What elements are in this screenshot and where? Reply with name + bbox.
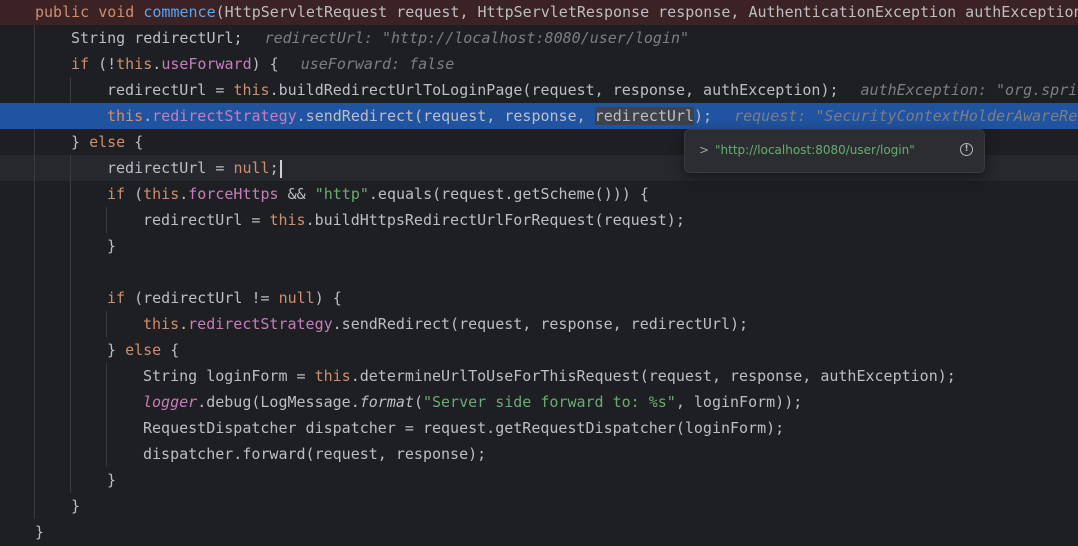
code-line-9[interactable]: redirectUrl = this.buildHttpsRedirectUrl… bbox=[0, 207, 1078, 233]
keyword: null bbox=[278, 289, 315, 307]
field: redirectStrategy bbox=[152, 107, 297, 125]
code-text: String loginForm = bbox=[143, 367, 315, 385]
keyword: if bbox=[107, 185, 126, 203]
code-text: ) { bbox=[251, 55, 279, 73]
static-method: format bbox=[359, 393, 414, 411]
code-text: } bbox=[71, 497, 81, 515]
code-text: (HttpServletRequest request, HttpServlet… bbox=[215, 3, 1078, 21]
code-text: redirectUrl = bbox=[107, 81, 234, 99]
keyword-this: this bbox=[107, 107, 144, 125]
code-line-3[interactable]: if (!this.useForward) { useForward: false bbox=[0, 51, 1078, 77]
code-text: } bbox=[107, 341, 126, 359]
code-line-19[interactable]: } bbox=[0, 467, 1078, 493]
code-text: (! bbox=[89, 55, 117, 73]
code-text: (redirectUrl != bbox=[125, 289, 279, 307]
keyword-this: this bbox=[269, 211, 306, 229]
hovered-variable[interactable]: redirectUrl bbox=[594, 107, 695, 125]
code-line-10[interactable]: } bbox=[0, 233, 1078, 259]
method-name: commence bbox=[143, 3, 216, 21]
keyword: if bbox=[107, 289, 126, 307]
field: forceHttps bbox=[188, 185, 279, 203]
code-text: .sendRedirect(request, response, redirec… bbox=[332, 315, 749, 333]
keyword: public bbox=[35, 3, 99, 21]
code-line-16[interactable]: logger.debug(LogMessage.format("Server s… bbox=[0, 389, 1078, 415]
string-literal: "http" bbox=[314, 185, 369, 203]
code-text: } bbox=[71, 133, 90, 151]
code-text: { bbox=[161, 341, 180, 359]
code-line-12[interactable]: if (redirectUrl != null) { bbox=[0, 285, 1078, 311]
info-icon[interactable]: ! bbox=[960, 143, 973, 156]
code-text: .sendRedirect(request, response, bbox=[296, 107, 595, 125]
code-line-1[interactable]: public void commence(HttpServletRequest … bbox=[0, 0, 1078, 25]
keyword-this: this bbox=[116, 55, 153, 73]
code-text: String redirectUrl; bbox=[71, 29, 243, 47]
code-text: . bbox=[152, 55, 162, 73]
code-text: } bbox=[107, 237, 117, 255]
code-line-14[interactable]: } else { bbox=[0, 337, 1078, 363]
code-text: .buildRedirectUrlToLoginPage(request, re… bbox=[269, 81, 839, 99]
code-line-8[interactable]: if (this.forceHttps && "http".equals(req… bbox=[0, 181, 1078, 207]
tooltip-value[interactable]: "http://localhost:8080/user/login" bbox=[715, 143, 915, 157]
code-text: ; bbox=[269, 159, 279, 177]
field: useForward bbox=[161, 55, 252, 73]
code-text: { bbox=[125, 133, 144, 151]
code-line-18[interactable]: dispatcher.forward(request, response); bbox=[0, 441, 1078, 467]
keyword-this: this bbox=[233, 81, 270, 99]
code-line-20[interactable]: } bbox=[0, 493, 1078, 519]
keyword: null bbox=[233, 159, 270, 177]
code-text: } bbox=[107, 471, 117, 489]
code-text: redirectUrl = bbox=[107, 159, 234, 177]
code-text: . bbox=[179, 185, 189, 203]
code-text: ) { bbox=[314, 289, 342, 307]
code-line-2[interactable]: String redirectUrl; redirectUrl: "http://… bbox=[0, 25, 1078, 51]
debug-value-tooltip[interactable]: > "http://localhost:8080/user/login" ! bbox=[684, 129, 985, 173]
code-line-15[interactable]: String loginForm = this.determineUrlToUs… bbox=[0, 363, 1078, 389]
code-text: redirectUrl = bbox=[143, 211, 270, 229]
keyword-this: this bbox=[143, 185, 180, 203]
code-line-11[interactable] bbox=[0, 259, 1078, 285]
code-text: . bbox=[143, 107, 153, 125]
inlay-hint: request: "SecurityContextHolderAwareReq bbox=[734, 107, 1078, 125]
text-caret bbox=[279, 159, 282, 178]
code-text: .determineUrlToUseForThisRequest(request… bbox=[350, 367, 956, 385]
code-text: ( bbox=[125, 185, 144, 203]
inlay-hint: authException: "org.sprin bbox=[860, 81, 1078, 99]
code-text: ( bbox=[413, 393, 423, 411]
code-text: ); bbox=[694, 107, 713, 125]
code-text: dispatcher.forward(request, response); bbox=[143, 445, 487, 463]
keyword: else bbox=[89, 133, 126, 151]
code-text: . bbox=[179, 315, 189, 333]
static-field: logger bbox=[143, 393, 198, 411]
code-text: } bbox=[35, 523, 45, 541]
code-text: RequestDispatcher dispatcher = request.g… bbox=[143, 419, 785, 437]
keyword-this: this bbox=[314, 367, 351, 385]
keyword: else bbox=[125, 341, 162, 359]
code-text: .buildHttpsRedirectUrlForRequest(request… bbox=[305, 211, 685, 229]
chevron-right-icon[interactable]: > bbox=[699, 143, 709, 157]
string-literal: "Server side forward to: %s" bbox=[422, 393, 676, 411]
code-line-13[interactable]: this.redirectStrategy.sendRedirect(reque… bbox=[0, 311, 1078, 337]
code-text: .debug(LogMessage. bbox=[197, 393, 360, 411]
keyword-this: this bbox=[143, 315, 180, 333]
code-text: , loginForm)); bbox=[675, 393, 803, 411]
code-text: && bbox=[278, 185, 315, 203]
keyword: void bbox=[98, 3, 144, 21]
code-line-21[interactable]: } bbox=[0, 519, 1078, 545]
code-text: .equals(request.getScheme())) { bbox=[368, 185, 649, 203]
code-line-4[interactable]: redirectUrl = this.buildRedirectUrlToLog… bbox=[0, 77, 1078, 103]
code-line-5-execution-point[interactable]: this.redirectStrategy.sendRedirect(reque… bbox=[0, 103, 1078, 129]
inlay-hint: useForward: false bbox=[300, 55, 455, 73]
inlay-hint: redirectUrl: "http://localhost:8080/user… bbox=[264, 29, 690, 47]
code-editor[interactable]: public void commence(HttpServletRequest … bbox=[0, 0, 1078, 546]
keyword: if bbox=[71, 55, 90, 73]
field: redirectStrategy bbox=[188, 315, 333, 333]
code-line-17[interactable]: RequestDispatcher dispatcher = request.g… bbox=[0, 415, 1078, 441]
